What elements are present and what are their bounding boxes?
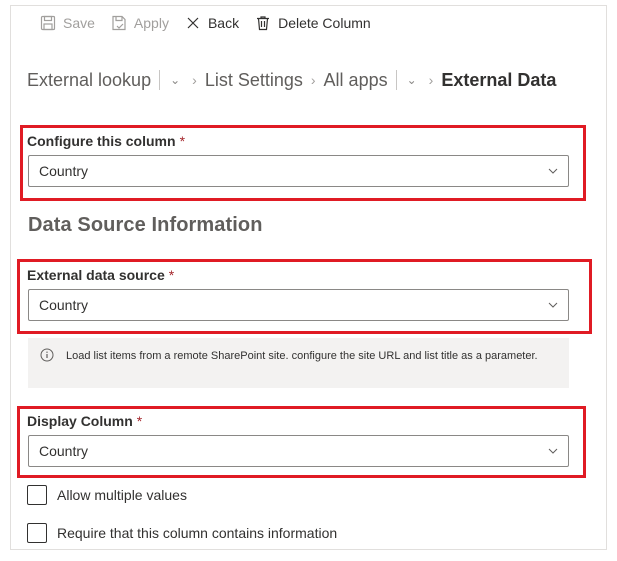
external-source-dropdown[interactable]: Country xyxy=(28,289,569,321)
back-button[interactable]: Back xyxy=(185,15,239,31)
require-info-row[interactable]: Require that this column contains inform… xyxy=(27,523,337,543)
breadcrumb-current: External Data xyxy=(441,69,557,90)
chevron-right-icon: › xyxy=(192,72,197,88)
display-column-label: Display Column * xyxy=(27,413,142,429)
display-column-dropdown[interactable]: Country xyxy=(28,435,569,467)
save-icon xyxy=(40,15,56,31)
delete-icon xyxy=(255,15,271,31)
apply-button[interactable]: Apply xyxy=(111,15,169,31)
configure-column-dropdown[interactable]: Country xyxy=(28,155,569,187)
info-message: Load list items from a remote SharePoint… xyxy=(28,338,569,388)
breadcrumb-divider xyxy=(395,70,397,90)
breadcrumb: External lookup ⌄ › List Settings › All … xyxy=(27,68,556,92)
back-label: Back xyxy=(207,15,240,31)
require-info-label: Require that this column contains inform… xyxy=(57,525,338,541)
breadcrumb-item-all-apps[interactable]: All apps xyxy=(324,70,388,91)
allow-multiple-checkbox[interactable] xyxy=(27,485,47,505)
save-label: Save xyxy=(63,15,95,31)
external-source-label: External data source * xyxy=(27,267,174,283)
required-mark: * xyxy=(179,133,186,149)
delete-column-label: Delete Column xyxy=(278,15,371,31)
display-column-value: Country xyxy=(39,443,89,459)
save-button[interactable]: Save xyxy=(40,15,95,31)
configure-column-value: Country xyxy=(39,163,89,179)
display-column-label-text: Display Column xyxy=(27,413,133,429)
chevron-right-icon: › xyxy=(310,72,316,88)
apply-label: Apply xyxy=(133,15,169,31)
info-icon xyxy=(40,348,54,362)
info-text: Load list items from a remote SharePoint… xyxy=(66,350,538,362)
close-icon xyxy=(185,15,201,31)
external-source-value: Country xyxy=(39,297,89,313)
configure-column-label-text: Configure this column xyxy=(27,133,176,149)
configure-column-label: Configure this column * xyxy=(27,133,185,149)
breadcrumb-item-external-lookup[interactable]: External lookup xyxy=(27,70,151,91)
require-info-checkbox[interactable] xyxy=(27,523,47,543)
command-bar: Save Apply Back Delete Column xyxy=(40,12,387,34)
external-source-label-text: External data source xyxy=(27,267,165,283)
chevron-right-icon: › xyxy=(428,72,434,88)
delete-column-button[interactable]: Delete Column xyxy=(255,15,371,31)
allow-multiple-row[interactable]: Allow multiple values xyxy=(27,485,187,505)
allow-multiple-label: Allow multiple values xyxy=(57,487,187,503)
section-title: Data Source Information xyxy=(28,214,263,236)
chevron-down-icon[interactable]: ⌄ xyxy=(407,73,417,87)
chevron-down-icon xyxy=(548,446,558,456)
chevron-down-icon[interactable]: ⌄ xyxy=(170,73,180,87)
chevron-down-icon xyxy=(548,300,558,310)
breadcrumb-divider xyxy=(159,70,161,90)
apply-icon xyxy=(111,15,127,31)
required-mark: * xyxy=(136,413,143,429)
required-mark: * xyxy=(168,267,175,283)
breadcrumb-item-list-settings[interactable]: List Settings xyxy=(205,70,303,91)
chevron-down-icon xyxy=(548,166,558,176)
